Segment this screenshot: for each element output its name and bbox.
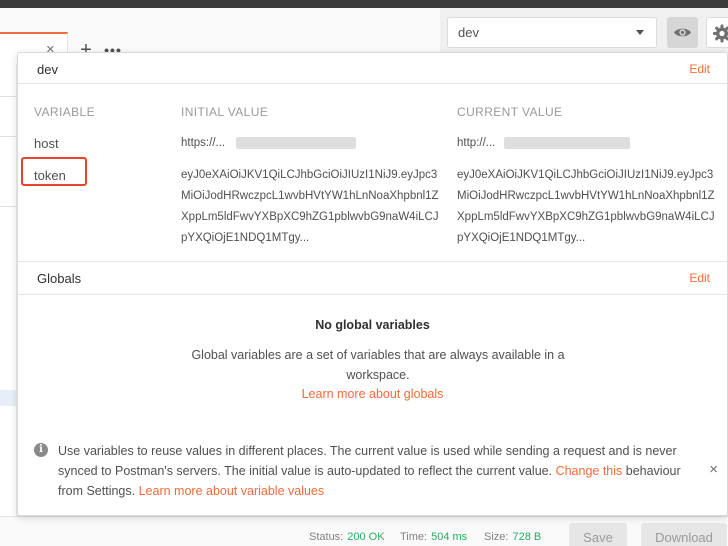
variable-initial-value: eyJ0eXAiOiJKV1QiLCJhbGciOiJIUzI1NiJ9.eyJ…: [181, 169, 439, 244]
environment-selector[interactable]: dev: [447, 17, 657, 48]
redacted-text: [504, 137, 630, 149]
highlight-annotation: [21, 157, 87, 186]
edit-environment-link[interactable]: Edit: [689, 62, 710, 76]
no-globals-title: No global variables: [315, 318, 430, 332]
column-header-current-value: CURRENT VALUE: [457, 105, 563, 119]
column-header-initial-value: INITIAL VALUE: [181, 105, 269, 119]
column-header-variable: VARIABLE: [34, 105, 96, 119]
status-readout: Status: 200 OK: [309, 531, 385, 543]
chevron-down-icon: [636, 30, 644, 35]
divider: [0, 206, 16, 207]
variable-current-value: eyJ0eXAiOiJKV1QiLCJhbGciOiJIUzI1NiJ9.eyJ…: [457, 169, 715, 244]
manage-environments-button[interactable]: [706, 17, 728, 48]
variable-name: host: [34, 136, 59, 151]
background-panel: [0, 56, 16, 516]
time-value: 504 ms: [431, 531, 468, 543]
divider: [0, 96, 16, 97]
app-title-bar: [0, 0, 728, 8]
environment-quick-look-button[interactable]: [667, 17, 698, 48]
status-label: Status:: [309, 531, 344, 543]
environment-selector-value: dev: [458, 25, 479, 40]
size-label: Size:: [484, 531, 509, 543]
save-response-button[interactable]: Save: [569, 523, 627, 546]
divider: [18, 294, 727, 295]
divider: [0, 136, 16, 137]
info-icon: i: [34, 443, 48, 457]
edit-globals-link[interactable]: Edit: [689, 271, 710, 285]
environment-name: dev: [37, 62, 58, 77]
status-value: 200 OK: [347, 531, 385, 543]
download-button[interactable]: Download: [641, 523, 727, 546]
size-readout: Size: 728 B: [484, 531, 541, 543]
variables-info-message: Use variables to reuse values in differe…: [58, 441, 698, 501]
request-tab-strip: × + •••: [0, 8, 440, 64]
learn-more-globals-link[interactable]: Learn more about globals: [18, 387, 727, 401]
learn-more-globals-label[interactable]: Learn more about globals: [302, 387, 444, 401]
size-value: 728 B: [512, 531, 542, 543]
redacted-text: [236, 137, 356, 149]
environment-header: dev Edit: [18, 53, 727, 83]
eye-icon: [674, 28, 691, 37]
change-this-link[interactable]: Change this: [556, 464, 623, 478]
globals-description: Global variables are a set of variables …: [191, 348, 565, 382]
divider: [18, 83, 727, 84]
close-icon[interactable]: ×: [709, 461, 718, 478]
globals-title: Globals: [37, 271, 82, 286]
time-label: Time:: [400, 531, 428, 543]
selected-row: [0, 390, 16, 406]
response-status-bar: Status: 200 OK Time: 504 ms Size: 728 B Sav…: [0, 516, 728, 546]
time-readout: Time: 504 ms: [400, 531, 467, 543]
divider: [18, 261, 727, 262]
learn-more-variable-values-link[interactable]: Learn more about variable values: [139, 484, 325, 498]
gear-icon: [713, 24, 728, 43]
environment-quick-look-popover: dev Edit VARIABLE INITIAL VALUE CURRENT …: [17, 52, 728, 516]
